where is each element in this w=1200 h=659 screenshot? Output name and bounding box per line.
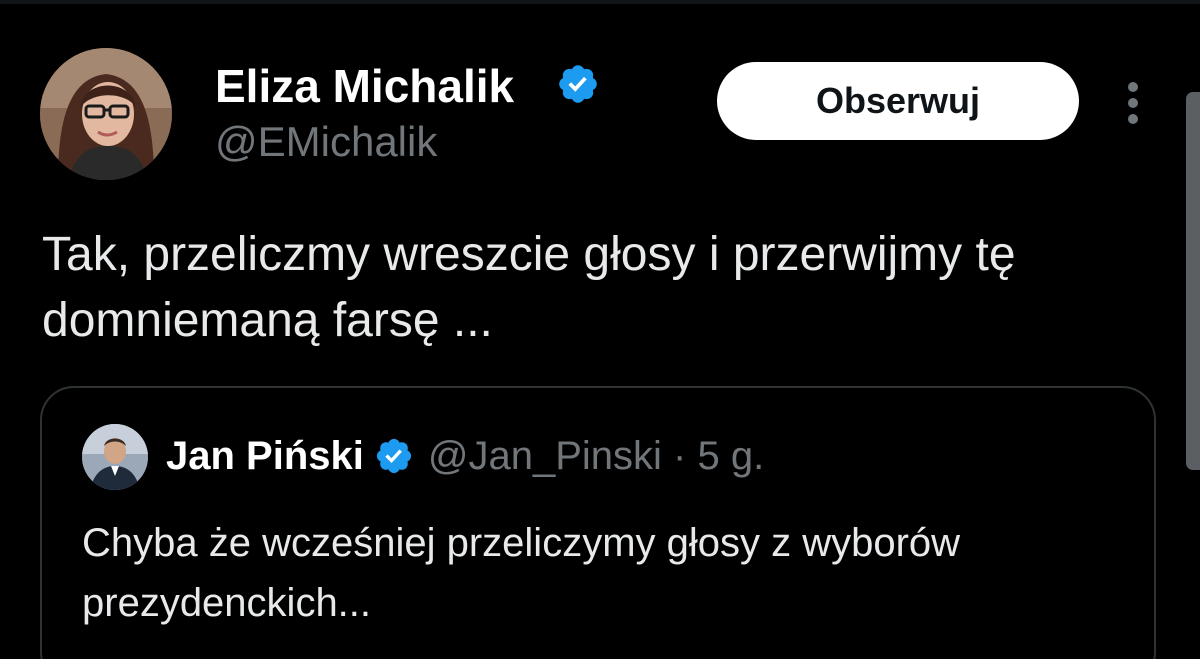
quoted-author-avatar-image [82,424,148,490]
quoted-tweet-text: Chyba że wcześniej przeliczymy głosy z w… [82,521,961,625]
author-avatar-image [40,48,172,180]
more-vertical-icon[interactable] [1116,80,1150,126]
verified-badge-icon [559,65,597,103]
quoted-tweet-timestamp[interactable]: 5 g. [698,434,765,478]
more-dot [1128,114,1138,124]
follow-button[interactable]: Obserwuj [717,62,1079,140]
top-divider [0,0,1200,4]
quoted-author-handle[interactable]: @Jan_Pinski [428,434,662,478]
quoted-tweet-header: Jan Piński @Jan_Pinski · 5 g. [166,432,764,480]
meta-separator: · [673,434,687,478]
author-avatar[interactable] [40,48,172,180]
quoted-author-name[interactable]: Jan Piński [166,434,364,478]
quoted-author-avatar[interactable] [82,424,148,490]
tweet-text: Tak, przeliczmy wreszcie głosy i przerwi… [42,228,1016,347]
scrollbar-thumb[interactable] [1186,92,1200,470]
verified-badge-icon [376,438,411,474]
more-dot [1128,82,1138,92]
author-name[interactable]: Eliza Michalik [215,60,514,112]
author-handle[interactable]: @EMichalik [215,118,437,166]
more-dot [1128,98,1138,108]
